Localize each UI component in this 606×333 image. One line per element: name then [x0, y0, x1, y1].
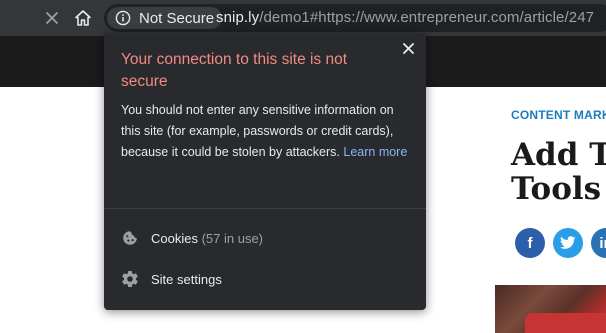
cookies-label: Cookies	[151, 230, 198, 246]
popup-close-button[interactable]	[399, 39, 417, 57]
article-headline: Add Th Tools t	[511, 138, 606, 206]
cookie-icon	[121, 229, 139, 247]
facebook-icon: f	[527, 234, 533, 252]
home-button[interactable]	[71, 6, 95, 30]
info-icon	[115, 10, 131, 26]
headline-line-1: Add Th	[511, 137, 606, 173]
article-hero-image	[495, 285, 606, 333]
security-label: Not Secure	[139, 9, 215, 27]
facebook-share-button[interactable]: f	[515, 228, 545, 258]
headline-line-2: Tools t	[511, 171, 606, 207]
close-icon	[402, 42, 414, 54]
cookies-menu-item[interactable]: Cookies (57 in use)	[104, 222, 426, 254]
close-icon	[46, 12, 58, 24]
address-bar[interactable]: Not Secure snip.ly/demo1#https://www.ent…	[104, 4, 606, 32]
linkedin-icon: in	[599, 234, 606, 252]
learn-more-link[interactable]: Learn more	[343, 145, 407, 159]
twitter-share-button[interactable]: t	[553, 228, 583, 258]
popup-divider	[104, 208, 426, 209]
stop-loading-button[interactable]	[40, 6, 64, 30]
article-category[interactable]: CONTENT MARK	[511, 108, 606, 122]
popup-title: Your connection to this site is not secu…	[121, 51, 348, 90]
security-indicator-button[interactable]: Not Secure	[107, 7, 223, 29]
site-settings-label: Site settings	[151, 271, 222, 287]
browser-toolbar: Not Secure snip.ly/demo1#https://www.ent…	[0, 0, 606, 36]
url-path: /demo1#https://www.entrepreneur.com/arti…	[259, 9, 595, 26]
home-icon	[75, 10, 91, 26]
cookies-count: (57 in use)	[201, 230, 264, 246]
url-domain: snip.ly	[216, 9, 260, 26]
url-text[interactable]: snip.ly/demo1#https://www.entrepreneur.c…	[216, 9, 594, 26]
twitter-icon	[560, 236, 576, 249]
gear-icon	[121, 270, 139, 288]
popup-description: You should not enter any sensitive infor…	[121, 100, 411, 163]
site-settings-menu-item[interactable]: Site settings	[104, 263, 426, 295]
site-info-popup: Your connection to this site is not secu…	[104, 33, 426, 310]
linkedin-share-button[interactable]: in	[591, 228, 606, 258]
